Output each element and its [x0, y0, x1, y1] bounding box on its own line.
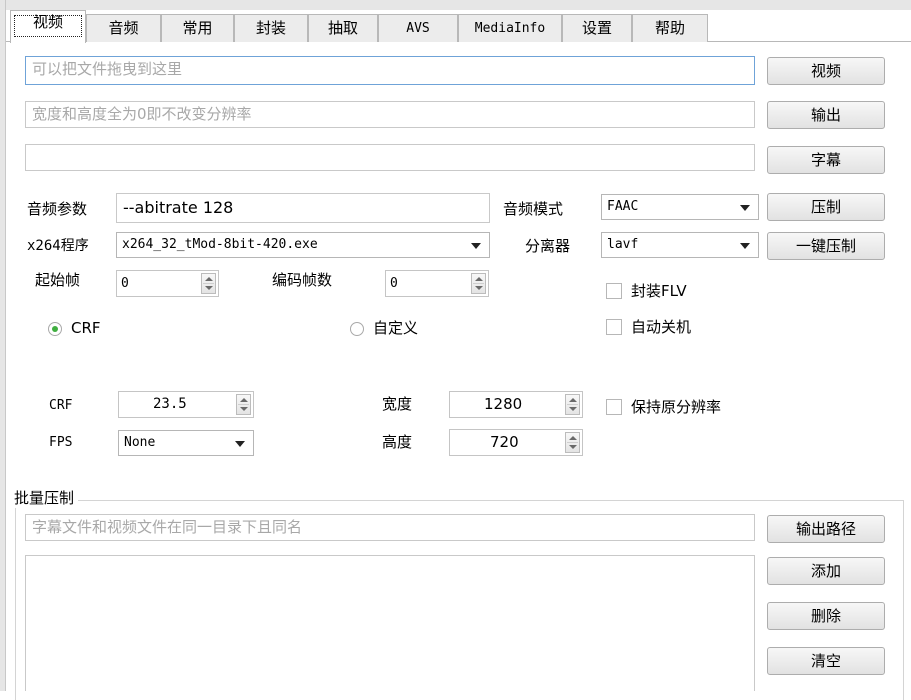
start-frame-label: 起始帧 — [35, 271, 81, 289]
crf-spinbox[interactable]: 23.5 — [118, 391, 254, 418]
demuxer-select[interactable]: lavf — [601, 232, 759, 258]
tab-label: 抽取 — [327, 19, 358, 37]
height-label: 高度 — [382, 433, 413, 451]
delete-button-label: 删除 — [810, 607, 841, 625]
crf-radio-label: CRF — [71, 319, 101, 337]
one-click-encode-button[interactable]: 一键压制 — [767, 232, 885, 260]
frame-count-label: 编码帧数 — [272, 271, 333, 289]
video-button-label: 视频 — [810, 62, 841, 80]
video-button[interactable]: 视频 — [767, 57, 885, 85]
tab-mediainfo[interactable]: MediaInfo — [458, 14, 562, 42]
height-spinbox[interactable]: 720 — [449, 429, 583, 456]
demuxer-value: lavf — [607, 237, 639, 252]
output-file-input[interactable]: 宽度和高度全为0即不改变分辨率 — [25, 101, 755, 128]
add-button-label: 添加 — [810, 562, 841, 580]
tab-label: 视频 — [32, 13, 63, 31]
tab-mux[interactable]: 封装 — [234, 14, 308, 42]
frame-count-spinbox[interactable]: 0 — [385, 270, 489, 297]
spin-arrows-icon[interactable] — [471, 273, 486, 294]
window-left-edge — [0, 0, 6, 691]
audio-params-label: 音频参数 — [27, 200, 88, 218]
output-button[interactable]: 输出 — [767, 101, 885, 129]
output-path-label: 输出路径 — [795, 520, 856, 538]
keep-resolution-label: 保持原分辨率 — [631, 398, 722, 416]
width-spinbox[interactable]: 1280 — [449, 391, 583, 418]
clear-button[interactable]: 清空 — [767, 647, 885, 675]
keep-resolution-checkbox[interactable] — [606, 399, 622, 415]
auto-shutdown-label: 自动关机 — [631, 318, 692, 336]
batch-file-list[interactable] — [25, 555, 755, 691]
tab-label: 封装 — [255, 19, 286, 37]
chevron-down-icon — [740, 243, 750, 249]
audio-mode-select[interactable]: FAAC — [601, 194, 759, 220]
chevron-down-icon — [471, 243, 481, 249]
tab-label: 音频 — [108, 19, 139, 37]
video-file-input[interactable]: 可以把文件拖曳到这里 — [25, 56, 755, 85]
window-top-edge — [0, 0, 911, 10]
tab-help[interactable]: 帮助 — [632, 14, 708, 42]
tab-common[interactable]: 常用 — [161, 14, 234, 42]
x264-program-select[interactable]: x264_32_tMod-8bit-420.exe — [116, 232, 490, 258]
tab-extract[interactable]: 抽取 — [308, 14, 378, 42]
mux-flv-checkbox[interactable] — [606, 283, 622, 299]
width-label: 宽度 — [382, 395, 413, 413]
batch-group-title: 批量压制 — [14, 488, 79, 508]
fps-select[interactable]: None — [118, 430, 254, 456]
tab-bar: 视频 音频 常用 封装 抽取 AVS MediaInfo 设置 帮助 — [6, 10, 911, 43]
crf-label: CRF — [49, 398, 73, 413]
spin-arrows-icon[interactable] — [201, 273, 216, 294]
delete-button[interactable]: 删除 — [767, 602, 885, 630]
audio-mode-value: FAAC — [607, 199, 639, 214]
tab-avs[interactable]: AVS — [378, 14, 458, 42]
subtitle-button[interactable]: 字幕 — [767, 146, 885, 174]
chevron-down-icon — [235, 441, 245, 447]
custom-radio-label: 自定义 — [373, 319, 419, 337]
fps-value: None — [124, 435, 156, 450]
crf-value: 23.5 — [153, 396, 187, 412]
spin-arrows-icon[interactable] — [565, 432, 580, 453]
fps-label: FPS — [49, 435, 73, 450]
demuxer-label: 分离器 — [525, 237, 571, 255]
tab-video[interactable]: 视频 — [10, 10, 86, 43]
x264-program-value: x264_32_tMod-8bit-420.exe — [122, 237, 318, 252]
tab-label: 设置 — [581, 19, 612, 37]
batch-hint-input[interactable]: 字幕文件和视频文件在同一目录下且同名 — [25, 514, 755, 541]
subtitle-button-label: 字幕 — [810, 151, 841, 169]
tab-label: MediaInfo — [474, 21, 546, 36]
tab-audio[interactable]: 音频 — [86, 14, 161, 42]
audio-mode-label: 音频模式 — [503, 200, 564, 218]
audio-params-value: --abitrate 128 — [123, 198, 234, 217]
chevron-down-icon — [740, 205, 750, 211]
add-button[interactable]: 添加 — [767, 557, 885, 585]
encode-button-label: 压制 — [810, 198, 841, 216]
encode-button[interactable]: 压制 — [767, 193, 885, 221]
crf-radio[interactable] — [48, 322, 62, 336]
output-button-label: 输出 — [810, 106, 841, 124]
video-file-placeholder: 可以把文件拖曳到这里 — [32, 60, 183, 78]
start-frame-spinbox[interactable]: 0 — [116, 270, 219, 297]
width-value: 1280 — [484, 395, 523, 413]
height-value: 720 — [490, 433, 519, 451]
tab-label: AVS — [406, 21, 430, 36]
audio-params-input[interactable]: --abitrate 128 — [116, 193, 490, 223]
auto-shutdown-checkbox[interactable] — [606, 319, 622, 335]
one-click-encode-label: 一键压制 — [795, 237, 856, 255]
start-frame-value: 0 — [121, 276, 129, 291]
mux-flv-label: 封装FLV — [631, 282, 687, 300]
tab-label: 帮助 — [654, 19, 685, 37]
output-path-button[interactable]: 输出路径 — [767, 515, 885, 543]
clear-button-label: 清空 — [810, 652, 841, 670]
batch-hint-placeholder: 字幕文件和视频文件在同一目录下且同名 — [32, 518, 303, 536]
custom-radio[interactable] — [350, 322, 364, 336]
frame-count-value: 0 — [390, 276, 398, 291]
tab-settings[interactable]: 设置 — [562, 14, 632, 42]
spin-arrows-icon[interactable] — [565, 394, 580, 415]
x264-program-label: x264程序 — [27, 238, 89, 254]
resolution-hint-placeholder: 宽度和高度全为0即不改变分辨率 — [32, 105, 252, 123]
subtitle-file-input[interactable] — [25, 144, 755, 171]
tab-label: 常用 — [182, 19, 213, 37]
spin-arrows-icon[interactable] — [236, 394, 251, 415]
